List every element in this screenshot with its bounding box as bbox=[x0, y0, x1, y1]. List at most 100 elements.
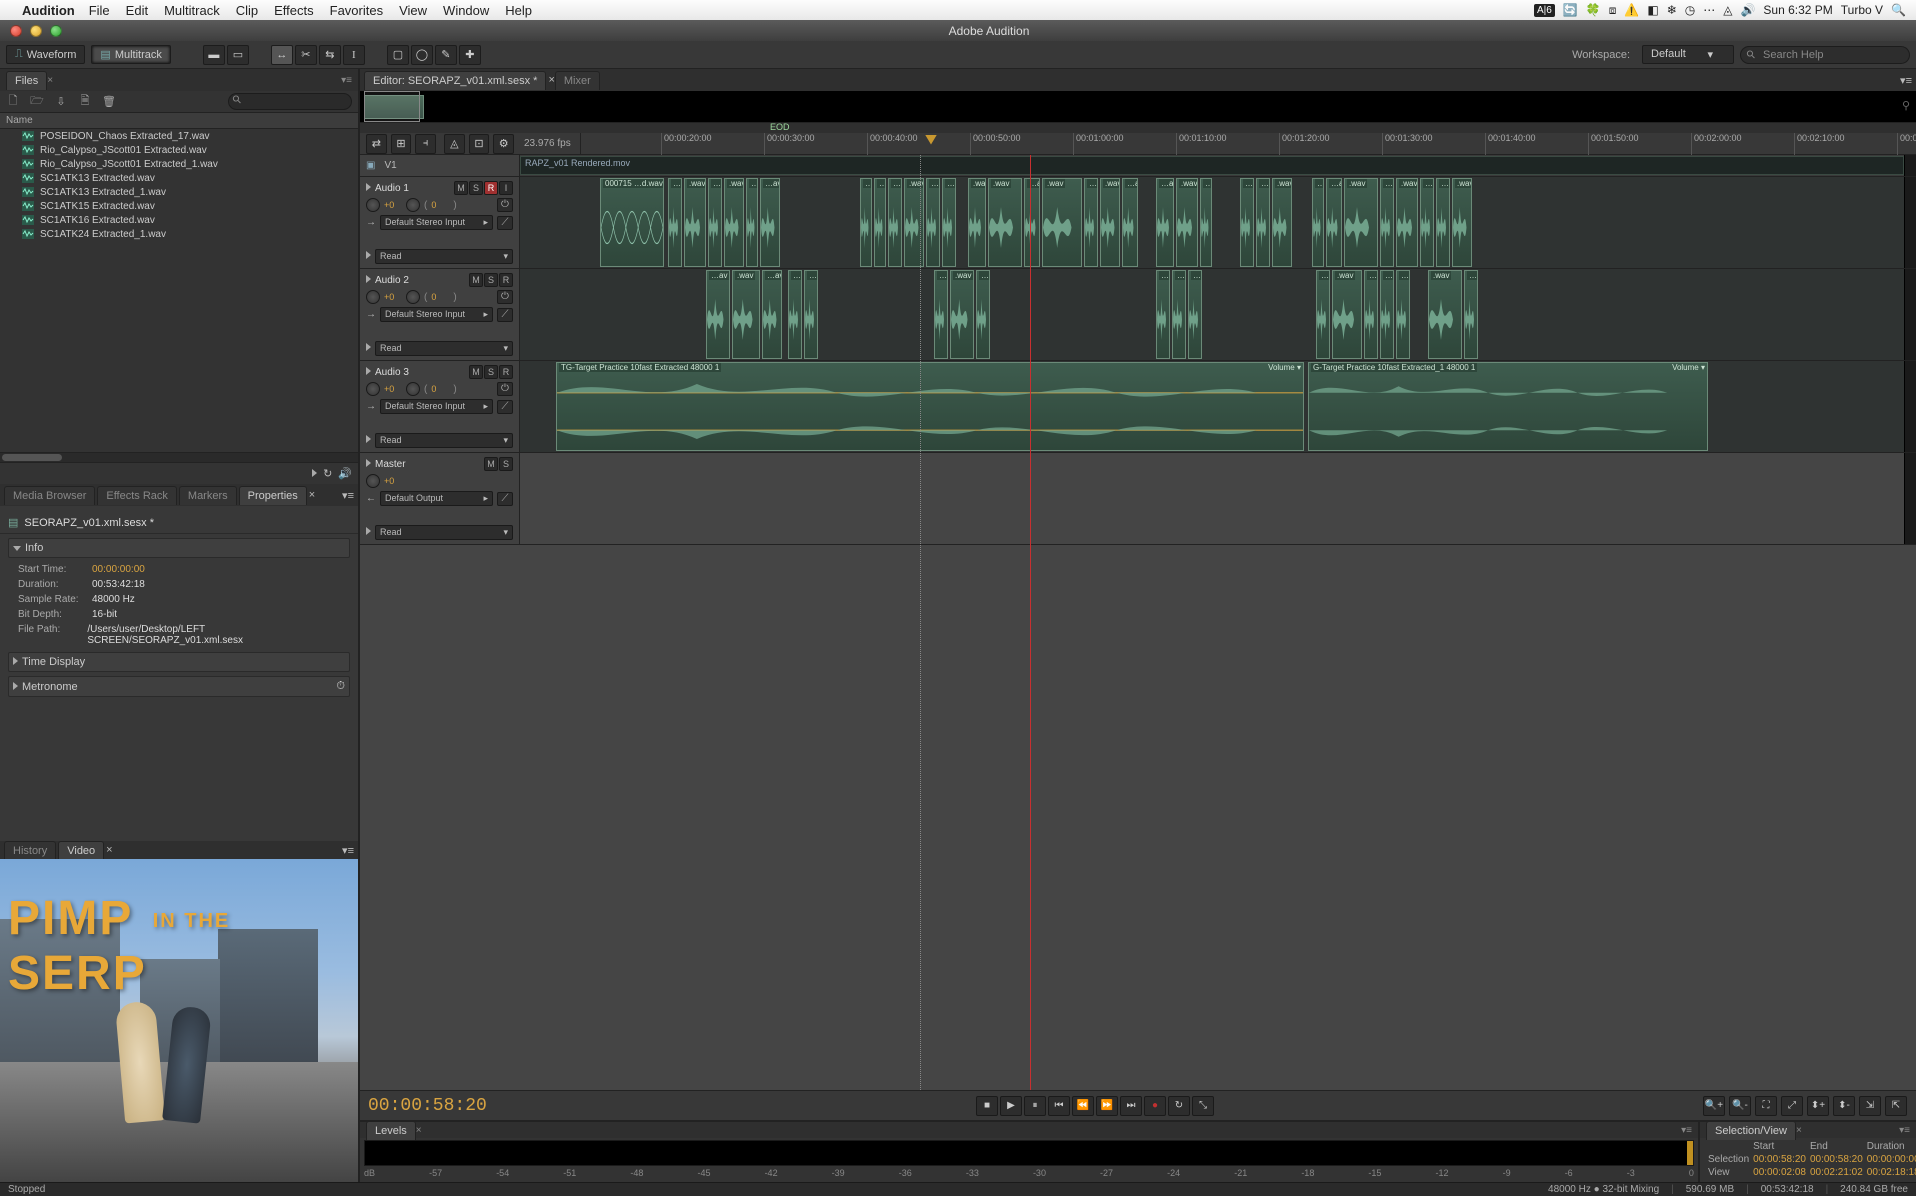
tab-media-browser[interactable]: Media Browser bbox=[4, 486, 95, 505]
files-scrollbar[interactable] bbox=[0, 452, 358, 462]
solo-button[interactable]: S bbox=[484, 365, 498, 379]
ripple-button[interactable]: ⊞ bbox=[391, 134, 412, 154]
monitor-button[interactable]: I bbox=[499, 181, 513, 195]
automation-arrow-icon[interactable] bbox=[366, 527, 371, 538]
audio-clip[interactable]: .wav bbox=[1176, 178, 1198, 267]
zoom-out-button[interactable]: 🔍- bbox=[1729, 1096, 1751, 1116]
pause-button[interactable]: ⏸ bbox=[1024, 1096, 1046, 1116]
fx-power-button[interactable]: ⏻ bbox=[497, 198, 513, 212]
levels-meter[interactable] bbox=[364, 1140, 1694, 1166]
user-name[interactable]: Turbo V bbox=[1841, 3, 1883, 17]
file-row[interactable]: Rio_Calypso_JScott01 Extracted.wav bbox=[0, 143, 358, 157]
volume-icon[interactable]: 🔊 bbox=[1740, 3, 1755, 17]
move-tool[interactable]: ↔ bbox=[271, 45, 293, 65]
view-multitrack-button[interactable]: ▤ Multitrack bbox=[91, 45, 170, 64]
loop-preview-button[interactable]: ↻ bbox=[323, 467, 332, 480]
audio-clip[interactable]: …av bbox=[1464, 270, 1478, 359]
panel-menu-icon[interactable]: ▾≡ bbox=[341, 75, 352, 86]
menu-effects[interactable]: Effects bbox=[274, 3, 314, 18]
automation-arrow-icon[interactable] bbox=[366, 251, 371, 262]
panel-menu-icon[interactable]: ▾≡ bbox=[342, 489, 354, 502]
search-help-input[interactable]: Search Help bbox=[1740, 46, 1910, 64]
track-header-master[interactable]: Master MS +0 ←Default Output▸⟋ Read▾ bbox=[360, 453, 520, 544]
pan-knob[interactable] bbox=[406, 290, 420, 304]
skip-selection-button[interactable]: ⤡ bbox=[1192, 1096, 1214, 1116]
audio-clip[interactable]: …av bbox=[1084, 178, 1098, 267]
menu-file[interactable]: File bbox=[89, 3, 110, 18]
zoom-in-button[interactable]: 🔍+ bbox=[1703, 1096, 1725, 1116]
audio-clip[interactable]: .wav bbox=[732, 270, 760, 359]
audio-clip[interactable]: .wav bbox=[968, 178, 986, 267]
tab-history[interactable]: History bbox=[4, 841, 56, 860]
audio3-lane[interactable]: TG-Target Practice 10fast Extracted 4800… bbox=[520, 361, 1904, 452]
tab-mixer[interactable]: Mixer bbox=[555, 71, 600, 90]
file-row[interactable]: Rio_Calypso_JScott01 Extracted_1.wav bbox=[0, 157, 358, 171]
audio-clip[interactable]: …av bbox=[708, 178, 722, 267]
panel-menu-icon[interactable]: ▾≡ bbox=[1899, 1125, 1910, 1136]
automation-select[interactable]: Read▾ bbox=[375, 249, 513, 264]
loop-button[interactable]: ↻ bbox=[1168, 1096, 1190, 1116]
audio-clip[interactable]: …av bbox=[1326, 178, 1342, 267]
audio-clip[interactable]: …av bbox=[1316, 270, 1330, 359]
volume-knob[interactable] bbox=[366, 382, 380, 396]
audio-clip[interactable]: …av bbox=[1312, 178, 1324, 267]
audio-clip[interactable]: …av bbox=[1188, 270, 1202, 359]
snap-toggle-button[interactable]: ⊡ bbox=[469, 134, 490, 154]
status-app-icon[interactable]: ◧ bbox=[1647, 3, 1658, 17]
audio-clip[interactable]: …av bbox=[874, 178, 886, 267]
close-icon[interactable]: × bbox=[416, 1125, 422, 1136]
track-collapse-icon[interactable] bbox=[366, 459, 371, 470]
close-icon[interactable]: × bbox=[106, 844, 112, 856]
menu-view[interactable]: View bbox=[399, 3, 427, 18]
automation-arrow-icon[interactable] bbox=[366, 435, 371, 446]
video-clip[interactable]: RAPZ_v01 Rendered.mov bbox=[520, 156, 1904, 175]
record-button[interactable]: ● bbox=[1144, 1096, 1166, 1116]
play-preview-button[interactable] bbox=[312, 468, 317, 480]
audio-clip[interactable]: …av bbox=[976, 270, 990, 359]
audio-clip[interactable]: .wav bbox=[1396, 178, 1418, 267]
audio-clip[interactable]: …av bbox=[942, 178, 956, 267]
lasso-tool[interactable]: ◯ bbox=[411, 45, 433, 65]
automation-button[interactable]: ◬ bbox=[444, 134, 465, 154]
razor-tool[interactable]: ✂ bbox=[295, 45, 317, 65]
track-header-audio3[interactable]: Audio 3 MSR +0(0)⏻ →Default Stereo Input… bbox=[360, 361, 520, 452]
audio-clip[interactable]: 000715 …d.wav bbox=[600, 178, 664, 267]
track-collapse-icon[interactable] bbox=[366, 367, 371, 378]
volume-knob[interactable] bbox=[366, 474, 380, 488]
files-column-header[interactable]: Name bbox=[0, 113, 358, 129]
record-arm-button[interactable]: R bbox=[499, 365, 513, 379]
audio-clip[interactable]: …av bbox=[668, 178, 682, 267]
track-collapse-icon[interactable] bbox=[366, 183, 371, 194]
timeline-overview[interactable]: ⚲ bbox=[360, 91, 1916, 123]
audio-clip[interactable]: …av bbox=[1256, 178, 1270, 267]
fx-power-button[interactable]: ⏻ bbox=[497, 290, 513, 304]
audio-clip[interactable]: …av bbox=[1380, 270, 1394, 359]
metronome-icon[interactable]: ⏱ bbox=[336, 680, 345, 693]
search-icon[interactable]: ⚲ bbox=[1902, 99, 1910, 112]
audio-clip[interactable]: …av bbox=[760, 178, 780, 267]
zoom-out-vert-button[interactable]: ⬍- bbox=[1833, 1096, 1855, 1116]
audio-clip[interactable]: .wav bbox=[988, 178, 1022, 267]
fx-button[interactable]: ⟋ bbox=[497, 216, 513, 230]
brush-tool[interactable]: ✎ bbox=[435, 45, 457, 65]
audio-clip[interactable]: …av bbox=[1364, 270, 1378, 359]
audio-clip[interactable]: …av bbox=[1380, 178, 1394, 267]
audio-clip[interactable]: …av bbox=[706, 270, 730, 359]
playhead-marker[interactable] bbox=[925, 135, 937, 145]
audio-clip[interactable]: …av bbox=[934, 270, 948, 359]
zoom-sel-in-button[interactable]: ⇲ bbox=[1859, 1096, 1881, 1116]
tab-levels[interactable]: Levels bbox=[366, 1121, 416, 1140]
zoom-selection-button[interactable]: ⤢ bbox=[1781, 1096, 1803, 1116]
track-collapse-icon[interactable] bbox=[366, 275, 371, 286]
audio-clip[interactable]: …av bbox=[746, 178, 758, 267]
forward-button[interactable]: ⏩ bbox=[1096, 1096, 1118, 1116]
volume-knob[interactable] bbox=[366, 290, 380, 304]
clock[interactable]: Sun 6:32 PM bbox=[1763, 3, 1832, 17]
file-row[interactable]: POSEIDON_Chaos Extracted_17.wav bbox=[0, 129, 358, 143]
audio-clip[interactable]: …av bbox=[762, 270, 782, 359]
mute-button[interactable]: M bbox=[469, 273, 483, 287]
solo-button[interactable]: S bbox=[484, 273, 498, 287]
panel-menu-icon[interactable]: ▾≡ bbox=[342, 844, 354, 857]
audio-clip[interactable]: …av bbox=[788, 270, 802, 359]
audio-clip[interactable]: …av bbox=[1172, 270, 1186, 359]
